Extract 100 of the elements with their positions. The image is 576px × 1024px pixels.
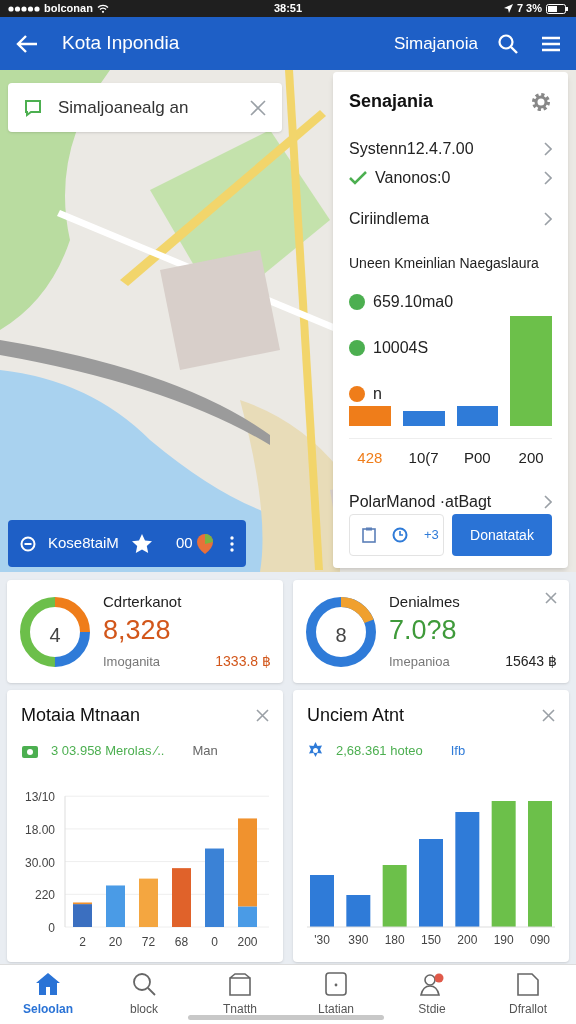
chart-bar [349,406,391,427]
card-subtitle: Imoganita [103,653,161,671]
back-arrow-icon[interactable] [16,34,38,53]
signal-dots-icon [8,5,40,12]
panel-row[interactable]: Vanonos:0 [349,163,552,193]
menu-icon[interactable] [542,35,560,52]
amount-label: 15643 ฿ [505,652,557,672]
axis-label: 200 [456,931,479,949]
row-label: PolarManod ·atBagt [349,492,493,512]
clock-time: 38:51 [272,1,304,17]
card-title: Denialmes [389,591,460,612]
axis-label: 2 [79,934,86,947]
map-pin-icon [196,533,213,554]
axis-label: 390 [347,931,370,949]
chat-icon [24,98,42,117]
stat-value: 659.10ma0 [373,292,454,313]
tick-label: 0 [48,920,55,935]
close-icon[interactable] [545,592,557,604]
axis-label: 200 [517,448,545,469]
axis-label: 200 [237,934,258,947]
chart-bar [346,894,371,927]
clock-icon[interactable] [392,527,408,543]
card-title: Unciem Atnt [307,704,405,727]
nav-tab[interactable]: Stdie [384,971,480,1018]
nav-tab[interactable]: block [96,971,192,1018]
close-icon[interactable] [256,709,269,722]
panel-title: Senajania [349,90,434,113]
axis-label: 20 [108,934,123,947]
metric-unit: Man [192,742,218,760]
axis-label: 190 [492,931,515,949]
nav-tab[interactable]: Ltatian [288,971,384,1018]
axis-label: 150 [419,931,442,949]
tick-label: 18.00 [24,822,55,837]
clipboard-icon[interactable] [362,527,376,543]
battery-icon [546,3,568,14]
axis-label: 68 [174,934,189,947]
row-label: Ciriindlema [349,209,431,230]
settings-icon[interactable] [530,90,552,113]
axis-label: 180 [383,931,406,949]
tick-label: 13/10 [24,789,55,804]
star-icon[interactable] [132,534,152,553]
carrier-name: bolconan [44,1,93,17]
search-icon[interactable] [498,33,518,54]
panel-row[interactable]: Ciriindlema [349,204,552,234]
metric-text: 3 03.958 Merolas ⁄.. [51,742,165,760]
stat-value: 10004S [373,338,429,359]
chart-bar [310,874,334,927]
header-link[interactable]: Simajanoia [393,30,478,57]
minus-circle-icon [20,535,36,552]
close-icon[interactable] [250,99,266,116]
card-title: Cdrterkanot [103,591,182,612]
more-icon[interactable] [230,535,234,552]
row-label: Vanonos:0 [375,168,452,189]
metric-text: 2,68.361 hoteo [336,742,423,760]
primary-button[interactable]: Donatatak [452,514,552,556]
place-count: 00 [176,533,193,554]
chart-bar [402,411,445,427]
search-icon [132,971,156,996]
card-icon [325,971,347,996]
count-label: +3 [424,526,439,545]
axis-label: 10(7 [407,448,440,469]
box-icon [228,971,252,996]
panel-row[interactable]: PolarManod ·atBagt [349,490,552,514]
tick-label: 30.00 [24,855,55,870]
panel-row[interactable]: Systenn12.4.7.00 [349,135,552,164]
card-title: Motaia Mtnaan [21,704,141,727]
chevron-right-icon[interactable] [544,495,552,509]
location-label: Kose8taiM [48,533,120,554]
axis-label: '30 [313,931,331,949]
battery-percent: 7 3% [516,1,542,17]
stat-value: 7.0?8 [389,614,457,648]
chevron-right-icon[interactable] [544,171,552,186]
nav-tab[interactable]: Seloolan [0,971,96,1018]
nav-tab[interactable]: Dfrallot [480,971,576,1018]
donut-number: 8 [334,622,348,648]
axis-label: 090 [528,931,551,949]
axis-label: P00 [463,448,492,469]
card-subtitle: Imepanioa [389,653,450,671]
amount-label: 1333.8 ฿ [215,652,271,672]
app-title: Kota Inpondia [62,31,181,56]
chevron-right-icon[interactable] [544,212,552,227]
stat-value: 8,328 [103,614,171,648]
close-icon[interactable] [542,709,555,722]
chart-bar [172,867,191,927]
chart-bar [106,884,125,927]
axis-label: 428 [356,448,384,469]
axis-label: 0 [211,934,218,947]
donut-number: 4 [48,622,62,648]
row-label: Systenn12.4.7.00 [349,139,475,160]
home-icon [35,971,61,996]
search-text[interactable]: Simaljoanealg an [58,94,234,121]
location-arrow-icon [503,4,513,13]
stat-value: n [373,384,382,405]
metric-unit: Ifb [450,742,466,760]
chart-bar [139,878,158,927]
chart-bar [382,864,407,927]
person-alert-icon [419,971,445,996]
axis-label: 72 [141,934,156,947]
chevron-right-icon[interactable] [544,142,552,157]
nav-tab[interactable]: Tnatth [192,971,288,1018]
